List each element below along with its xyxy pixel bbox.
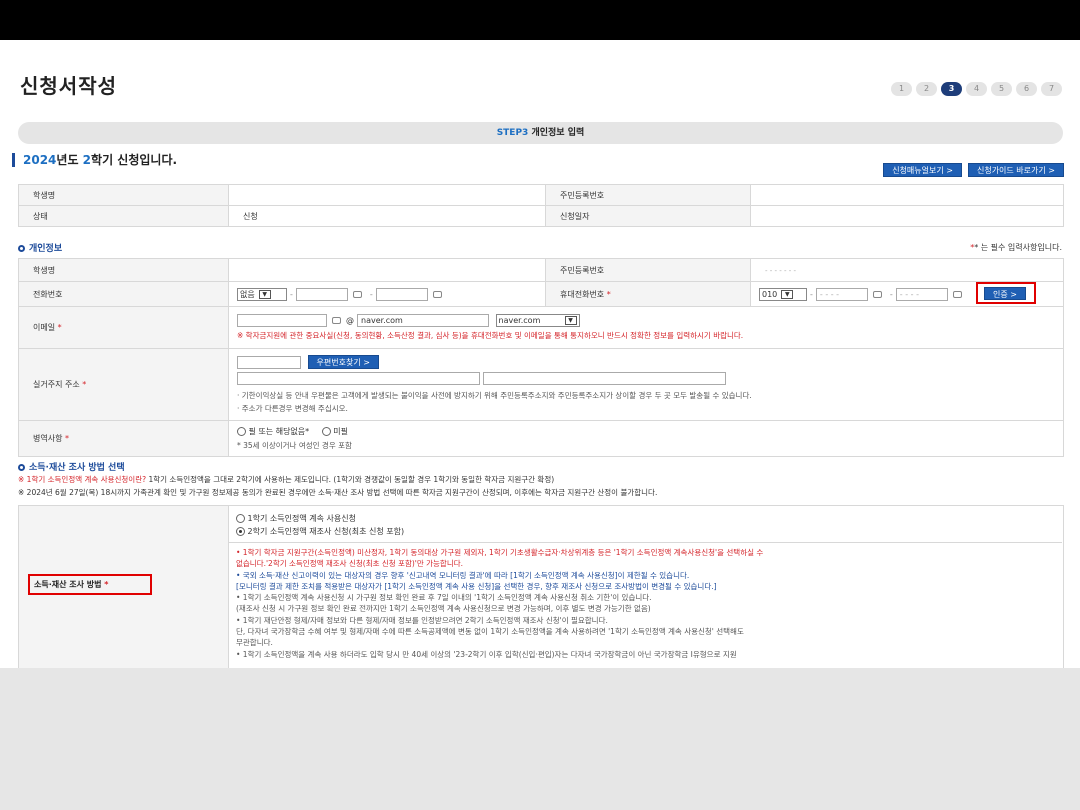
- income-bullet-line: (재조사 신청 시 가구원 정보 확인 완료 전까지만 1학기 소득인정액 계속…: [236, 604, 651, 613]
- step-6: 6: [1016, 82, 1037, 96]
- income-bullet-line: 단, 다자녀 국가장학금 수혜 여부 및 형제/자매 수에 따른 소득공제액에 …: [236, 627, 744, 636]
- income-bullet-line: • 1학기 소득인정액을 계속 사용 하더라도 입학 당시 만 40세 이상의 …: [236, 650, 737, 659]
- military-opt1-label: 필 또는 해당없음*: [248, 427, 310, 436]
- address-detail-input[interactable]: [482, 372, 726, 385]
- step-indicator: 1 2 3 4 5 6 7: [891, 82, 1062, 96]
- chevron-down-icon: ▼: [258, 289, 271, 299]
- military-cell: 필 또는 해당없음* 미필 * 35세 이상이거나 여성인 경우 포함: [228, 420, 1064, 457]
- semester-term-suffix: 학기 신청입니다.: [91, 153, 178, 167]
- step-4: 4: [966, 82, 987, 96]
- mobile-last-input[interactable]: - - - -: [895, 287, 948, 301]
- step-banner: STEP3 개인정보 입력: [18, 122, 1063, 144]
- summary-date-value: [750, 205, 1064, 227]
- phone-icon: [432, 290, 442, 298]
- summary-table: 학생명 주민등록번호 상태 신청 신청일자: [18, 184, 1064, 227]
- semester-year-suffix: 년도: [56, 153, 83, 167]
- zipcode-button[interactable]: 우편번호찾기 >: [307, 355, 379, 369]
- phone-icon: [872, 290, 882, 298]
- military-radio-not-served[interactable]: [321, 427, 331, 436]
- income-method-label: 소득·재산 조사 방법 *: [34, 580, 109, 589]
- mobile-mid-input[interactable]: - - - -: [815, 287, 868, 301]
- income-radio-keep[interactable]: [236, 514, 245, 523]
- email-id-input[interactable]: [237, 314, 327, 327]
- mobile-prefix-select[interactable]: 010 ▼: [759, 287, 807, 301]
- bottom-gray-area: [0, 668, 1080, 810]
- step-2: 2: [916, 82, 937, 96]
- email-domain-select[interactable]: naver.com ▼: [495, 314, 580, 327]
- personal-section-title: 개인정보: [18, 241, 62, 254]
- income-notice-2: ※ 2024년 6월 27일(목) 18시까지 가족관계 확인 및 가구원 정보…: [18, 488, 658, 497]
- guide-button[interactable]: 신청가이드 바로가기 >: [967, 163, 1064, 177]
- step-7: 7: [1041, 82, 1062, 96]
- phone-cell: 없음 ▼ - -: [228, 281, 546, 307]
- address-note-1: · 기한이익상실 등 안내 우편물은 고객에게 발생되는 불이익을 사전에 방지…: [237, 391, 752, 400]
- summary-rrn-label: 주민등록번호: [545, 184, 751, 206]
- phone-area-select[interactable]: 없음 ▼: [237, 287, 287, 301]
- email-notice: ※ 학자금지원에 관한 중요사실(신청, 동의현황, 소득산정 결과, 심사 등…: [237, 331, 744, 340]
- step-5: 5: [991, 82, 1012, 96]
- rrn-label: 주민등록번호: [545, 258, 751, 282]
- page-title: 신청서작성: [20, 74, 117, 98]
- zipcode-input[interactable]: [237, 355, 301, 369]
- personal-table: 학생명 주민등록번호 - - - - - - - 전화번호 없음 ▼ - - 휴대전화…: [18, 258, 1064, 457]
- military-label: 병역사항 *: [18, 420, 229, 457]
- student-name-value: [228, 258, 546, 282]
- address-note-2: · 주소가 다른경우 변경해 주십시오.: [237, 404, 348, 413]
- income-radio-reinvestigate[interactable]: [236, 527, 245, 536]
- email-label: 이메일 *: [18, 306, 229, 349]
- income-bullet-line: 없습니다.'2학기 소득인정액 재조사 신청(최초 신청 포함)'만 가능합니다…: [236, 559, 464, 568]
- military-radio-exempt[interactable]: [237, 427, 246, 436]
- email-domain-input[interactable]: naver.com: [357, 314, 489, 327]
- address-label: 실거주지 주소 *: [18, 348, 229, 421]
- phone-icon: [952, 290, 962, 298]
- verify-button[interactable]: 인증 >: [984, 287, 1026, 300]
- rrn-value: - - - - - - -: [750, 258, 1064, 282]
- military-opt2-label: 미필: [333, 427, 348, 436]
- step-banner-step: STEP3: [496, 128, 529, 138]
- phone-last-input[interactable]: [375, 287, 428, 301]
- semester-term: 2: [82, 153, 92, 167]
- income-bullet-line: • 1학기 재단안정 형제/자매 정보와 다른 형제/자매 정보를 인정받으려면…: [236, 616, 608, 625]
- phone-mid-input[interactable]: [295, 287, 348, 301]
- income-option-2: 2학기 소득인정액 재조사 신청(최초 신청 포함): [236, 526, 404, 537]
- income-divider: [228, 542, 1062, 543]
- summary-date-label: 신청일자: [545, 205, 751, 227]
- semester-year: 2024: [23, 153, 57, 167]
- manual-button[interactable]: 신청매뉴얼보기 >: [883, 163, 962, 177]
- summary-status-label: 상태: [18, 205, 229, 227]
- address-cell: 우편번호찾기 > · 기한이익상실 등 안내 우편물은 고객에게 발생되는 불이…: [228, 348, 1064, 421]
- semester-title: 2024년도 2학기 신청입니다.: [12, 153, 177, 167]
- student-name-label: 학생명: [18, 258, 229, 282]
- summary-student-name-label: 학생명: [18, 184, 229, 206]
- required-note: ** 는 필수 입력사항입니다.: [970, 243, 1062, 252]
- chevron-down-icon: ▼: [781, 289, 794, 299]
- income-option-1: 1학기 소득인정액 계속 사용신청: [236, 513, 356, 524]
- step-1: 1: [891, 82, 912, 96]
- step-3-active: 3: [941, 82, 962, 96]
- phone-icon: [352, 290, 362, 298]
- address-base-input[interactable]: [237, 372, 480, 385]
- mobile-label: 휴대전화번호 *: [545, 281, 751, 307]
- step-banner-label: 개인정보 입력: [531, 128, 585, 138]
- income-notice-1: ※ 1학기 소득인정액 계속 사용신청이란? 1학기 소득인정액을 그대로 2학…: [18, 475, 555, 484]
- top-buttons: 신청매뉴얼보기 > 신청가이드 바로가기 >: [883, 163, 1064, 177]
- summary-student-name-value: [228, 184, 546, 206]
- summary-rrn-value: [750, 184, 1064, 206]
- chevron-down-icon: ▼: [564, 316, 577, 325]
- income-bullet-line: 무관합니다.: [236, 638, 273, 647]
- income-bullet-line: • 국외 소득·재산 신고이력이 있는 대상자의 경우 향후 '신고내역 모니터…: [236, 571, 690, 580]
- summary-status-value: 신청: [228, 205, 546, 227]
- phone-label: 전화번호: [18, 281, 229, 307]
- military-note: * 35세 이상이거나 여성인 경우 포함: [237, 441, 352, 450]
- income-bullet-line: [모니터링 결과 제한 조치를 적용받은 대상자가 [1학기 소득인정액 계속 …: [236, 582, 717, 591]
- top-black-bar: [0, 0, 1080, 40]
- clear-icon: [332, 317, 341, 324]
- income-bullet-line: • 1학기 학자금 지원구간(소득인정액) 미산정자, 1학기 동의대상 가구원…: [236, 548, 764, 557]
- income-section-title: 소득·재산 조사 방법 선택: [18, 460, 125, 473]
- income-bullet-line: • 1학기 소득인정액 계속 사용신청 시 가구원 정보 확인 완료 후 7일 …: [236, 593, 652, 602]
- email-cell: @ naver.com naver.com ▼ ※ 학자금지원에 관한 중요사실(신…: [228, 306, 1064, 349]
